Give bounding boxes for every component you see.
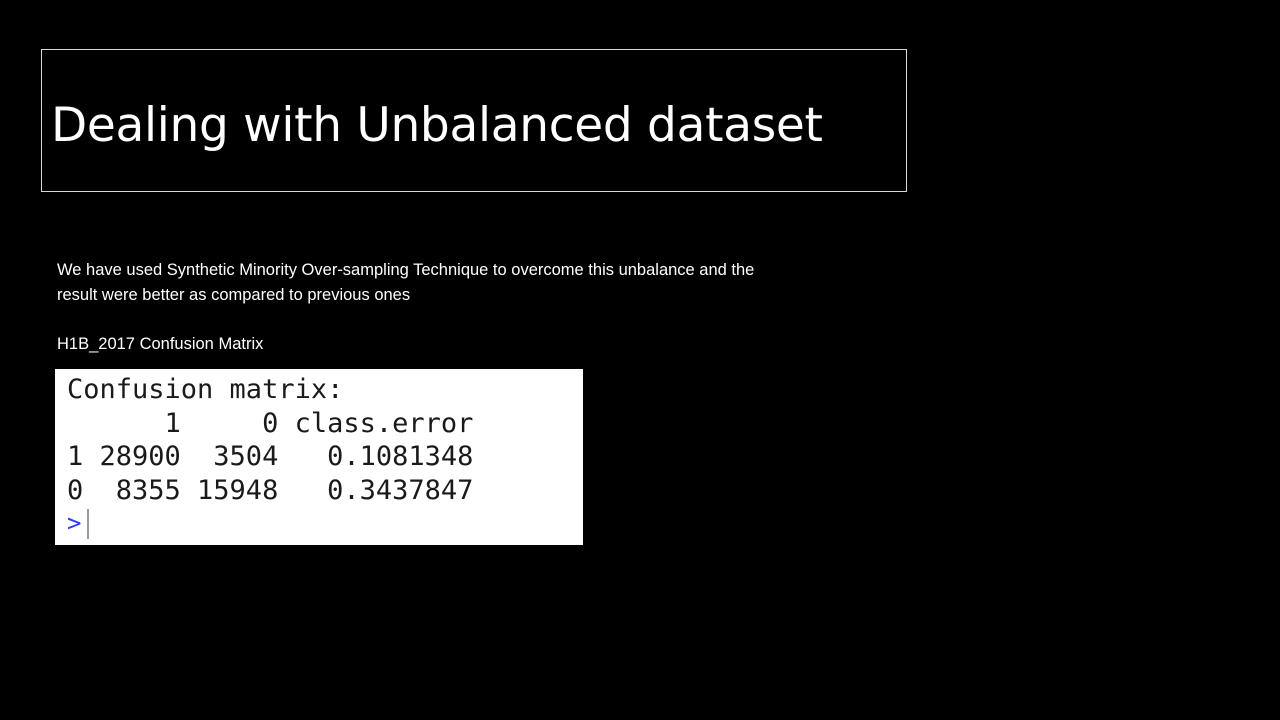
console-prompt-line: > xyxy=(67,507,583,541)
title-placeholder: Dealing with Unbalanced dataset xyxy=(41,49,907,192)
slide-body-text: We have used Synthetic Minority Over-sam… xyxy=(57,258,837,308)
console-line-row-1: 1 28900 3504 0.1081348 xyxy=(67,441,474,472)
console-line-header-row: 1 0 class.error xyxy=(67,407,474,439)
body-text-line-1: We have used Synthetic Minority Over-sam… xyxy=(57,261,755,279)
console-line-row-0: 0 8355 15948 0.3437847 xyxy=(67,474,474,506)
confusion-matrix-console-image: Confusion matrix: 1 0 class.error 1 2890… xyxy=(55,369,583,545)
slide-title: Dealing with Unbalanced dataset xyxy=(51,98,823,153)
text-cursor-icon xyxy=(87,508,90,539)
slide: Dealing with Unbalanced dataset We have … xyxy=(0,0,1280,720)
console-line-heading: Confusion matrix: xyxy=(67,374,344,405)
console-prompt-symbol: > xyxy=(67,509,82,537)
confusion-matrix-caption: H1B_2017 Confusion Matrix xyxy=(57,335,264,353)
body-text-line-2: result were better as compared to previo… xyxy=(57,286,411,304)
